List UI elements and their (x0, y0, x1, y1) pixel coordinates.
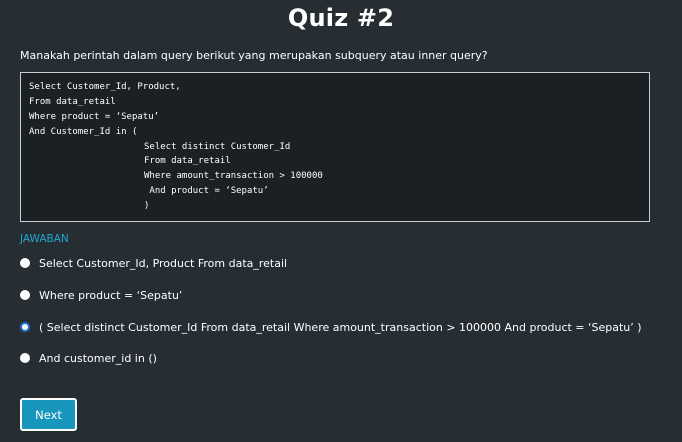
radio-button[interactable] (20, 353, 30, 363)
radio-button[interactable] (20, 290, 30, 300)
question-text: Manakah perintah dalam query berikut yan… (20, 49, 488, 62)
next-button[interactable]: Next (20, 398, 77, 431)
code-line: From data_retail (144, 156, 231, 166)
option-label: ( Select distinct Customer_Id From data_… (39, 320, 642, 334)
code-line: And Customer_Id in ( (29, 127, 138, 137)
code-block: Select Customer_Id, Product, From data_r… (20, 72, 650, 222)
code-line: Where amount_transaction > 100000 (144, 171, 323, 181)
radio-button[interactable] (20, 258, 30, 268)
option-label: Where product = ‘Sepatu’ (39, 288, 183, 302)
answer-option-1[interactable]: Select Customer_Id, Product From data_re… (20, 253, 287, 273)
option-label: Select Customer_Id, Product From data_re… (39, 256, 288, 270)
answer-option-2[interactable]: Where product = ‘Sepatu’ (20, 285, 182, 305)
quiz-title: Quiz #2 (287, 4, 395, 32)
answer-option-4[interactable]: And customer_id in () (20, 348, 157, 368)
radio-button-selected[interactable] (20, 322, 30, 332)
code-line: Where product = ‘Sepatu’ (29, 112, 160, 122)
answer-label: JAWABAN (20, 233, 69, 245)
code-line: Select distinct Customer_Id (144, 142, 291, 152)
code-line: From data_retail (29, 97, 116, 107)
code-line: And product = ‘Sepatu’ (144, 186, 269, 196)
code-line: Select Customer_Id, Product, (29, 82, 181, 92)
code-line: ) (144, 201, 150, 211)
option-label: And customer_id in () (39, 351, 157, 365)
answer-option-3[interactable]: ( Select distinct Customer_Id From data_… (20, 317, 642, 337)
